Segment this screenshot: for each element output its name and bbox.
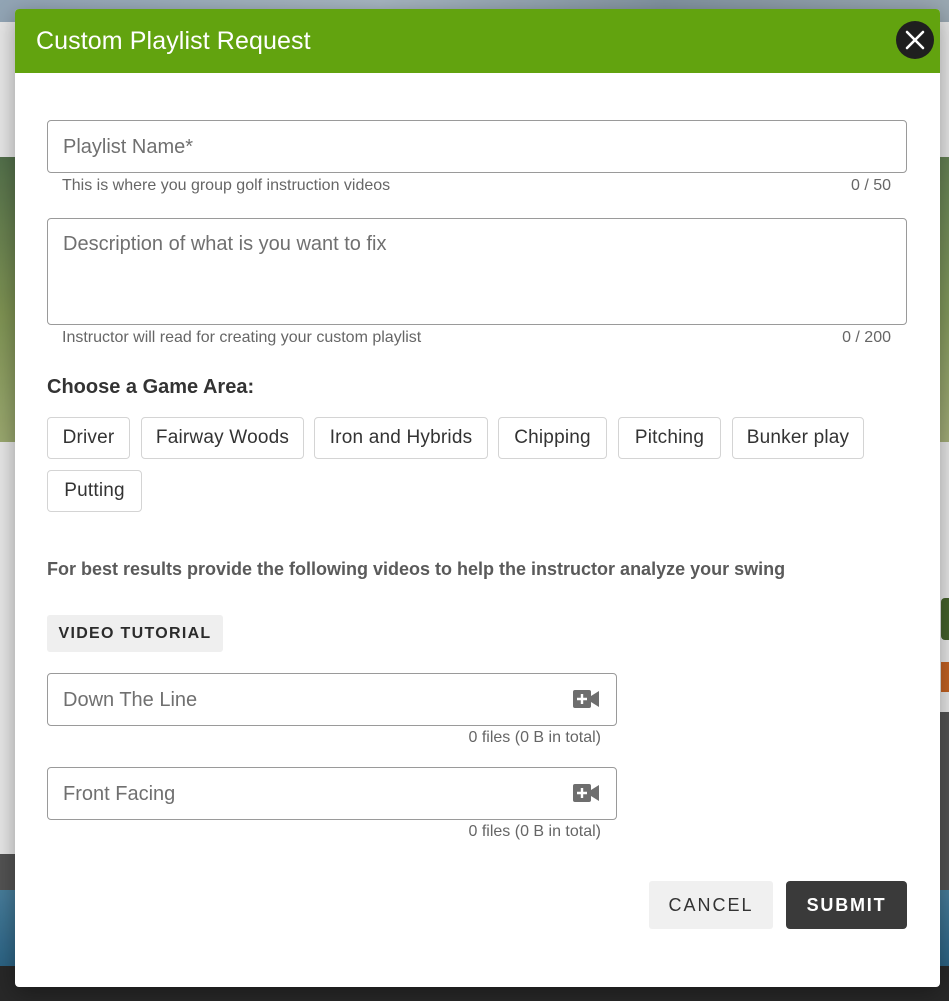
description-counter: 0 / 200 bbox=[842, 329, 891, 346]
dialog-header: Custom Playlist Request bbox=[15, 9, 940, 73]
game-area-chip-bunker-play[interactable]: Bunker play bbox=[732, 417, 864, 459]
game-area-chip-fairway-woods[interactable]: Fairway Woods bbox=[141, 417, 304, 459]
playlist-name-counter: 0 / 50 bbox=[850, 177, 891, 194]
description-textarea[interactable] bbox=[63, 232, 883, 316]
video-tutorial-button[interactable]: VIDEO TUTORIAL bbox=[47, 615, 223, 652]
front-facing-upload[interactable]: Front Facing bbox=[47, 767, 617, 820]
front-facing-file-count: 0 files (0 B in total) bbox=[468, 823, 602, 840]
description-hint: Instructor will read for creating your c… bbox=[62, 329, 422, 346]
upload-label: Front Facing bbox=[63, 783, 176, 805]
game-area-chip-iron-and-hybrids[interactable]: Iron and Hybrids bbox=[314, 417, 488, 459]
game-area-chip-driver[interactable]: Driver bbox=[47, 417, 130, 459]
playlist-name-input[interactable] bbox=[63, 133, 883, 161]
playlist-name-field[interactable] bbox=[47, 120, 907, 173]
upload-label: Down The Line bbox=[63, 689, 198, 711]
playlist-name-hint: This is where you group golf instruction… bbox=[62, 177, 391, 194]
down-the-line-upload[interactable]: Down The Line bbox=[47, 673, 617, 726]
video-advice-text: For best results provide the following v… bbox=[47, 559, 786, 579]
submit-button[interactable]: SUBMIT bbox=[786, 881, 907, 929]
close-button[interactable] bbox=[896, 21, 934, 59]
game-area-chip-pitching[interactable]: Pitching bbox=[618, 417, 721, 459]
custom-playlist-dialog: Custom Playlist Request This is where yo… bbox=[15, 9, 940, 987]
cancel-button[interactable]: CANCEL bbox=[649, 881, 773, 929]
game-area-chip-putting[interactable]: Putting bbox=[47, 470, 142, 512]
video-plus-icon bbox=[573, 784, 599, 802]
game-area-chip-chipping[interactable]: Chipping bbox=[498, 417, 607, 459]
dialog-title: Custom Playlist Request bbox=[36, 27, 311, 55]
close-icon bbox=[905, 30, 925, 50]
game-area-label: Choose a Game Area: bbox=[47, 376, 255, 398]
description-field[interactable] bbox=[47, 218, 907, 325]
video-plus-icon bbox=[573, 690, 599, 708]
down-the-line-file-count: 0 files (0 B in total) bbox=[468, 729, 602, 746]
